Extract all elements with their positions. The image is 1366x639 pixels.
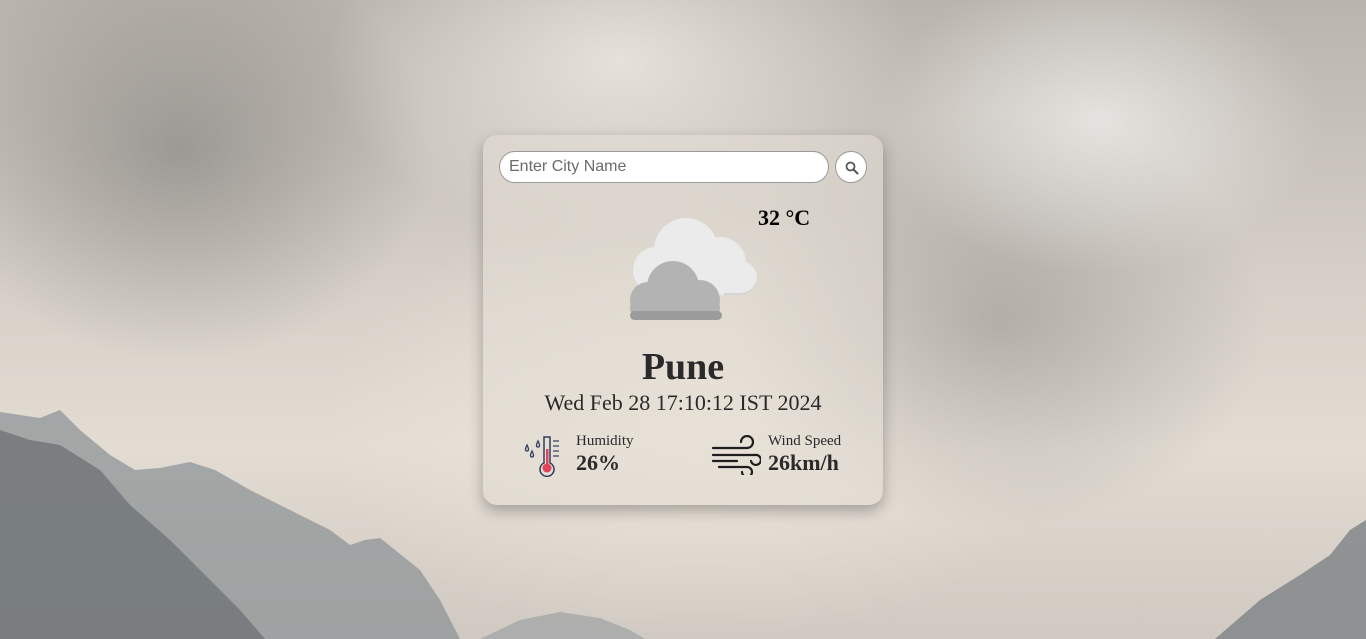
wind-icon xyxy=(711,434,762,480)
humidity-thermometer-icon xyxy=(523,435,563,482)
cloudy-icon xyxy=(628,215,763,325)
humidity-label: Humidity xyxy=(576,433,634,449)
humidity-value: 26% xyxy=(576,450,620,475)
search-button[interactable] xyxy=(835,151,867,183)
date-time: Wed Feb 28 17:10:12 IST 2024 xyxy=(544,390,822,415)
search-bar xyxy=(499,151,867,183)
wind-label: Wind Speed xyxy=(768,433,842,449)
temperature-value: 32 °C xyxy=(758,205,811,230)
wind-value: 26km/h xyxy=(768,450,839,475)
wind-text: Wind Speed 26km/h xyxy=(768,433,841,476)
weather-card: 32 °C Pune Wed Feb 28 17:10:12 IST 2024 … xyxy=(483,135,883,505)
search-icon xyxy=(845,161,859,175)
city-name: Pune xyxy=(641,346,725,388)
city-search-input[interactable] xyxy=(499,151,829,183)
humidity-text: Humidity 26% xyxy=(576,433,634,476)
